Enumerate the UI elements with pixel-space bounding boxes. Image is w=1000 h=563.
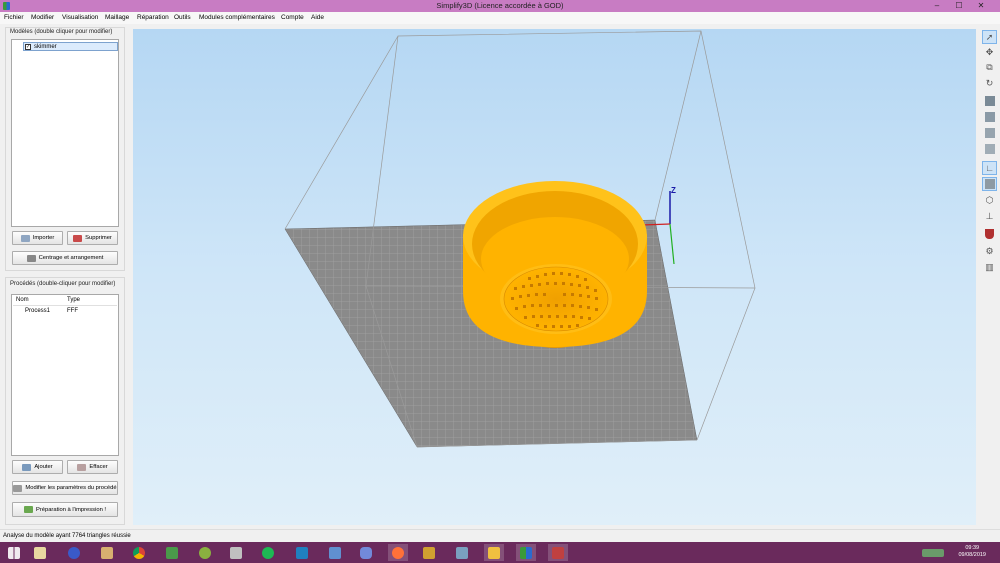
- process-type: FFF: [67, 308, 78, 314]
- axes-icon[interactable]: ∟: [982, 161, 997, 175]
- processes-list[interactable]: Nom Type Process1 FFF: [11, 294, 119, 456]
- calculator-icon[interactable]: [452, 544, 472, 561]
- table-row[interactable]: Process1 FFF: [13, 307, 117, 316]
- app-icon-gear-red[interactable]: [548, 544, 568, 561]
- processes-title: Procédés (double-cliquer pour modifier): [10, 281, 116, 287]
- clock-time: 09:39: [965, 545, 980, 551]
- edit-label: Modifier les paramètres du procédé: [25, 485, 117, 491]
- add-label: Ajouter: [34, 464, 53, 470]
- right-toolbar: ➚ ✥ ⧉ ↻ ∟ ⬡ ⊥ ⚙ ▥: [978, 26, 1000, 529]
- view-default-icon[interactable]: [982, 94, 997, 108]
- y-axis: [669, 223, 675, 265]
- scene-svg[interactable]: Z: [133, 29, 976, 525]
- column-header-type[interactable]: Type: [67, 297, 80, 303]
- status-text: Analyse du modèle ayant 7764 triangles r…: [3, 533, 131, 539]
- app-icon-green[interactable]: [162, 544, 182, 561]
- add-process-button[interactable]: Ajouter: [12, 460, 63, 474]
- discord-icon[interactable]: [356, 544, 376, 561]
- app-icon-book[interactable]: [419, 544, 439, 561]
- window-title: Simplify3D (Licence accordée à GOD): [436, 1, 564, 10]
- remove-icon: [77, 463, 87, 471]
- add-icon: [22, 463, 32, 471]
- prepare-label: Préparation à l'impression !: [35, 506, 107, 513]
- list-item[interactable]: ✓ skimmer: [23, 42, 118, 51]
- menu-aide[interactable]: Aide: [311, 14, 324, 21]
- edit-process-button[interactable]: Modifier les paramètres du procédé: [12, 481, 118, 495]
- scale-icon[interactable]: ⧉: [982, 60, 997, 74]
- chrome-icon[interactable]: [129, 544, 149, 561]
- import-label: Importer: [32, 235, 55, 241]
- status-bar: Analyse du modèle ayant 7764 triangles r…: [0, 529, 1000, 542]
- app-icon-shield[interactable]: [226, 544, 246, 561]
- spotify-icon[interactable]: [258, 544, 278, 561]
- view-front-icon[interactable]: [982, 110, 997, 124]
- center-icon: [26, 254, 36, 262]
- header-divider: [13, 305, 117, 306]
- gear-icon[interactable]: ⚙: [982, 244, 997, 258]
- skimmer-model[interactable]: [463, 181, 647, 348]
- delete-button[interactable]: Supprimer: [67, 231, 118, 245]
- delete-icon: [73, 234, 83, 242]
- minimize-button[interactable]: –: [928, 0, 946, 12]
- select-icon[interactable]: ➚: [982, 30, 997, 44]
- file-icon[interactable]: [30, 544, 50, 561]
- maximize-button[interactable]: ☐: [950, 0, 968, 12]
- column-header-name[interactable]: Nom: [16, 297, 29, 303]
- prepare-print-button[interactable]: Préparation à l'impression !: [12, 502, 118, 517]
- shield-icon[interactable]: [982, 227, 997, 241]
- settings-icon: [13, 484, 23, 492]
- view-side-icon[interactable]: [982, 142, 997, 156]
- menu-modifier[interactable]: Modifier: [31, 14, 54, 21]
- app-icon-monitor[interactable]: [325, 544, 345, 561]
- windows-start-icon[interactable]: [4, 544, 24, 561]
- import-icon: [20, 234, 30, 242]
- menu-compte[interactable]: Compte: [281, 14, 304, 21]
- left-panel: Modèles (double cliquer pour modifier) ✓…: [0, 24, 130, 529]
- models-title: Modèles (double cliquer pour modifier): [10, 29, 113, 35]
- center-label: Centrage et arrangement: [38, 255, 104, 261]
- delete-label: Supprimer: [85, 235, 112, 241]
- menu-fichier[interactable]: Fichier: [4, 14, 24, 21]
- axis-small-icon[interactable]: ⊥: [982, 209, 997, 223]
- move-icon[interactable]: ✥: [982, 45, 997, 59]
- menu-reparation[interactable]: Réparation: [137, 14, 169, 21]
- close-button[interactable]: ✕: [972, 0, 990, 12]
- remove-label: Effacer: [89, 464, 108, 470]
- app-icon-hand[interactable]: [97, 544, 117, 561]
- checkbox[interactable]: ✓: [25, 44, 31, 50]
- 3d-viewport[interactable]: Z: [133, 29, 976, 525]
- models-list[interactable]: ✓ skimmer: [11, 39, 119, 227]
- rotate-icon[interactable]: ↻: [982, 76, 997, 90]
- cube-icon[interactable]: [982, 177, 997, 191]
- remove-process-button[interactable]: Effacer: [67, 460, 118, 474]
- tray-icons[interactable]: [918, 544, 948, 561]
- print-icon: [23, 506, 33, 513]
- clock-date: 09/08/2019: [958, 552, 986, 558]
- simplify3d-icon[interactable]: [516, 544, 536, 561]
- title-bar: Simplify3D (Licence accordée à GOD) – ☐ …: [0, 0, 1000, 12]
- bounding-box-icon[interactable]: ⬡: [982, 193, 997, 207]
- menu-maillage[interactable]: Maillage: [105, 14, 129, 21]
- taskbar: 09:39 09/08/2019: [0, 542, 1000, 563]
- menu-visualisation[interactable]: Visualisation: [62, 14, 98, 21]
- menu-outils[interactable]: Outils: [174, 14, 191, 21]
- menu-modules[interactable]: Modules complémentaires: [199, 14, 275, 21]
- center-arrange-button[interactable]: Centrage et arrangement: [12, 251, 118, 265]
- folder-icon[interactable]: [484, 544, 504, 561]
- firefox-icon[interactable]: [388, 544, 408, 561]
- menu-bar: Fichier Modifier Visualisation Maillage …: [0, 12, 1000, 24]
- process-name: Process1: [25, 308, 51, 314]
- settings-gear-icon[interactable]: [64, 544, 84, 561]
- z-axis-label: Z: [671, 186, 676, 195]
- model-name: skimmer: [34, 44, 57, 50]
- view-top-icon[interactable]: [982, 126, 997, 140]
- app-icon-blue[interactable]: [292, 544, 312, 561]
- layers-icon[interactable]: ▥: [982, 260, 997, 274]
- app-icon-avocado[interactable]: [195, 544, 215, 561]
- clock[interactable]: 09:39 09/08/2019: [958, 545, 986, 559]
- import-button[interactable]: Importer: [12, 231, 63, 245]
